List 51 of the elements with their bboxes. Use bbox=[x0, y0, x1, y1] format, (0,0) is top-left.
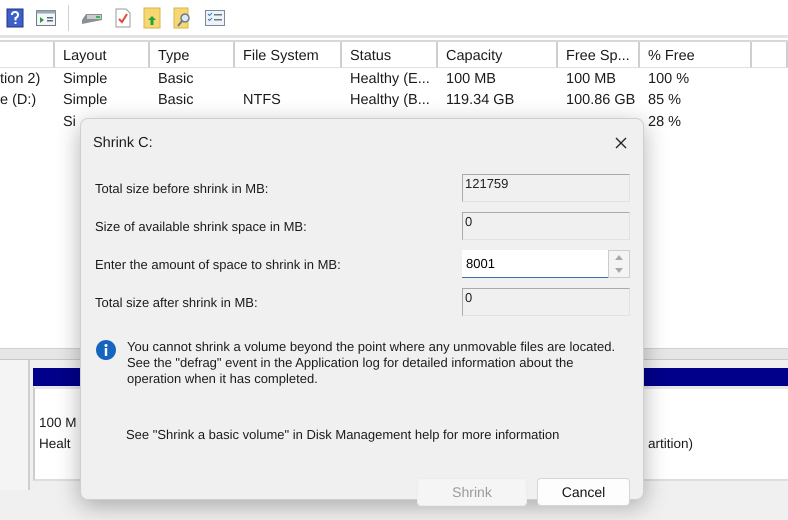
table-cell: 119.34 GB bbox=[446, 92, 514, 108]
help-icon[interactable] bbox=[6, 8, 24, 28]
partition-box[interactable]: 100 M Healt bbox=[33, 386, 80, 481]
column-header[interactable]: % Free bbox=[640, 42, 752, 68]
field-label: Total size before shrink in MB: bbox=[95, 180, 268, 196]
partition-size: 100 M bbox=[39, 415, 77, 432]
table-cell: 100.86 GB bbox=[566, 92, 636, 108]
column-header[interactable]: File System bbox=[235, 42, 342, 68]
readonly-field[interactable]: 121759 bbox=[462, 174, 630, 202]
column-header[interactable]: Status bbox=[342, 42, 438, 68]
table-cell: 85 % bbox=[648, 92, 682, 108]
window-icon[interactable] bbox=[36, 8, 56, 26]
readonly-field[interactable]: 0 bbox=[462, 212, 630, 240]
table-cell: tion 2) bbox=[0, 70, 40, 87]
table-cell: Simple bbox=[63, 70, 108, 87]
column-header[interactable]: Free Sp... bbox=[558, 42, 640, 68]
up-arrow-icon[interactable] bbox=[615, 255, 623, 260]
dialog-button[interactable]: Cancel bbox=[537, 478, 630, 506]
table-cell: Si bbox=[63, 114, 76, 130]
number-field[interactable]: 8001 bbox=[462, 250, 608, 278]
partition-status: Healt bbox=[39, 436, 71, 453]
table-cell: Healthy (B... bbox=[350, 92, 430, 108]
field-label: Enter the amount of space to shrink in MB: bbox=[95, 256, 341, 272]
table-cell: 100 % bbox=[648, 70, 690, 87]
table-cell: NTFS bbox=[243, 92, 281, 108]
table-cell: 100 MB bbox=[566, 70, 616, 87]
field-label: Total size after shrink in MB: bbox=[95, 294, 258, 310]
info-icon bbox=[95, 339, 117, 361]
table-cell: 100 MB bbox=[446, 70, 496, 87]
partition-bar bbox=[33, 368, 80, 386]
column-header[interactable]: Layout bbox=[55, 42, 150, 68]
table-cell: e (D:) bbox=[0, 92, 36, 108]
close-icon[interactable] bbox=[615, 137, 627, 149]
field-label: Size of available shrink space in MB: bbox=[95, 218, 307, 234]
column-header[interactable]: Type bbox=[150, 42, 235, 68]
table-cell: Basic bbox=[158, 70, 194, 87]
spin-buttons[interactable] bbox=[608, 250, 630, 278]
table-cell: 28 % bbox=[648, 114, 682, 130]
table-cell: Basic bbox=[158, 92, 194, 108]
table-cell: Simple bbox=[63, 92, 108, 108]
column-header[interactable]: Capacity bbox=[438, 42, 558, 68]
readonly-field[interactable]: 0 bbox=[462, 288, 630, 316]
checklist-icon[interactable] bbox=[205, 10, 225, 26]
partition-status: artition) bbox=[648, 436, 694, 453]
info-message: You cannot shrink a volume beyond the point where any unmovable files are located. See the "defrag" event in the Application log for detailed information about the operation when it has completed. bbox=[127, 339, 616, 387]
help-text: See "Shrink a basic volume" in Disk Management help for more information bbox=[125, 426, 560, 442]
document-check-icon[interactable] bbox=[115, 8, 131, 28]
table-cell: Healthy (E... bbox=[350, 70, 430, 87]
dialog-title: Shrink C: bbox=[93, 135, 153, 151]
down-arrow-icon[interactable] bbox=[615, 268, 623, 273]
partition-box[interactable]: artition) bbox=[644, 386, 788, 481]
